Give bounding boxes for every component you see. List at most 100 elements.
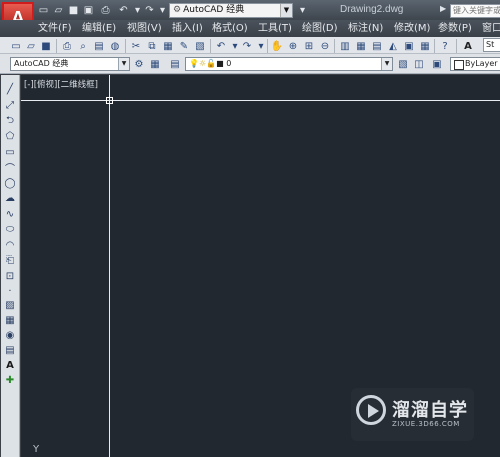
viewport-controls-label[interactable]: [-][俯视][二维线框] — [24, 78, 98, 90]
menu-dimension[interactable]: 标注(N) — [348, 22, 383, 35]
line-icon[interactable]: ╱ — [3, 82, 17, 96]
new-icon[interactable]: ▭ — [9, 39, 23, 53]
construction-line-icon[interactable]: ⤢ — [3, 98, 17, 112]
workspace-value: AutoCAD 经典 — [183, 5, 245, 15]
redo-icon[interactable]: ↷ — [143, 4, 156, 16]
undo-icon[interactable]: ↶ — [117, 4, 130, 16]
chevron-down-icon: ▼ — [280, 4, 292, 17]
point-icon[interactable]: · — [3, 284, 17, 298]
text-style-icon[interactable]: A — [461, 39, 475, 53]
layer-select[interactable]: 💡☼🔓■ 0 ▼ — [185, 57, 393, 71]
make-current-layer-icon[interactable]: ▧ — [396, 57, 410, 71]
color-control-select[interactable]: ByLayer — [450, 57, 500, 71]
ellipse-arc-icon[interactable]: ◠ — [3, 238, 17, 252]
multiline-text-icon[interactable]: A — [3, 358, 17, 372]
menu-edit[interactable]: 编辑(E) — [82, 22, 116, 35]
cut-icon[interactable]: ✂ — [129, 39, 143, 53]
menu-parametric[interactable]: 参数(P) — [438, 22, 472, 35]
calculator-icon[interactable]: ▦ — [418, 39, 432, 53]
chevron-down-icon: ▼ — [118, 58, 129, 70]
menu-modify[interactable]: 修改(M) — [394, 22, 430, 35]
cursor-pickbox — [106, 97, 113, 104]
zoom-realtime-icon[interactable]: ⊕ — [286, 39, 300, 53]
separator — [267, 39, 268, 53]
revision-cloud-icon[interactable]: ☁ — [3, 191, 17, 205]
layer-previous-icon[interactable]: ◫ — [412, 57, 426, 71]
make-block-icon[interactable]: ⊡ — [3, 269, 17, 283]
plot-preview-icon[interactable]: ⌕ — [76, 39, 90, 53]
spline-icon[interactable]: ∿ — [3, 207, 17, 221]
paste-icon[interactable]: ▦ — [161, 39, 175, 53]
redo-icon[interactable]: ↷ — [240, 39, 254, 53]
separator — [334, 39, 335, 53]
layer-state-icon[interactable]: ▣ — [430, 57, 444, 71]
bulb-icon: 💡 — [189, 59, 199, 68]
gradient-icon[interactable]: ▦ — [3, 313, 17, 327]
open-icon[interactable]: ▱ — [24, 39, 38, 53]
menu-format[interactable]: 格式(O) — [212, 22, 248, 35]
plot-icon[interactable]: ⎙ — [60, 39, 74, 53]
ellipse-icon[interactable]: ⬭ — [3, 222, 17, 236]
menu-insert[interactable]: 插入(I) — [172, 22, 203, 35]
pan-icon[interactable]: ✋ — [270, 39, 284, 53]
watermark-name: 溜溜自学 — [392, 400, 468, 421]
region-icon[interactable]: ◉ — [3, 328, 17, 342]
markup-icon[interactable]: ▣ — [402, 39, 416, 53]
separator — [434, 39, 435, 53]
separator — [210, 39, 211, 53]
hatch-icon[interactable]: ▨ — [3, 298, 17, 312]
workspace-save-icon[interactable]: ▦ — [148, 57, 162, 71]
customize-quick-access-icon[interactable]: ▾ — [296, 4, 309, 16]
workspace-style-select[interactable]: AutoCAD 经典 ▼ — [10, 57, 130, 71]
lock-icon: 🔓 — [206, 59, 217, 68]
watermark-play-logo-icon — [356, 395, 386, 425]
design-center-icon[interactable]: ▦ — [354, 39, 368, 53]
polygon-icon[interactable]: ⬠ — [3, 129, 17, 143]
polyline-icon[interactable]: ⮌ — [3, 114, 17, 128]
print-icon[interactable]: ⎙ — [99, 4, 112, 16]
block-editor-icon[interactable]: ▧ — [193, 39, 207, 53]
menu-file[interactable]: 文件(F) — [38, 22, 72, 35]
rectangle-icon[interactable]: ▭ — [3, 145, 17, 159]
crosshair-vertical — [109, 75, 110, 457]
document-title: Drawing2.dwg — [340, 4, 404, 15]
zoom-previous-icon[interactable]: ⊖ — [318, 39, 332, 53]
sheet-set-icon[interactable]: ◭ — [386, 39, 400, 53]
workspace-settings-icon[interactable]: ⚙ — [132, 57, 146, 71]
zoom-window-icon[interactable]: ⊞ — [302, 39, 316, 53]
copy-icon[interactable]: ⧉ — [145, 39, 159, 53]
redo-dropdown-icon[interactable]: ▾ — [254, 39, 268, 53]
open-file-icon[interactable]: ▱ — [52, 4, 65, 16]
add-selected-icon[interactable]: ✚ — [3, 373, 17, 387]
menu-draw[interactable]: 绘图(D) — [302, 22, 338, 35]
layer-properties-icon[interactable]: ▤ — [168, 57, 182, 71]
undo-icon[interactable]: ↶ — [214, 39, 228, 53]
search-input[interactable]: 键入关键字或短语 — [450, 4, 500, 18]
table-icon[interactable]: ▤ — [3, 343, 17, 357]
arc-icon[interactable]: ⌒ — [3, 160, 17, 175]
insert-block-icon[interactable]: ⎗ — [3, 253, 17, 267]
color-swatch-icon — [454, 60, 464, 70]
menu-window[interactable]: 窗口 — [482, 22, 500, 35]
menu-tools[interactable]: 工具(T) — [258, 22, 292, 35]
text-style-select[interactable]: St — [483, 38, 500, 52]
new-file-icon[interactable]: ▭ — [37, 4, 50, 16]
publish-icon[interactable]: ▤ — [92, 39, 106, 53]
save-icon[interactable]: ■ — [67, 4, 80, 16]
circle-icon[interactable]: ◯ — [3, 176, 17, 190]
save-as-icon[interactable]: ▣ — [82, 4, 95, 16]
match-properties-icon[interactable]: ✎ — [177, 39, 191, 53]
watermark-url: ZIXUE.3D66.COM — [392, 420, 460, 428]
crosshair-horizontal — [21, 100, 500, 101]
3d-dwf-icon[interactable]: ◍ — [108, 39, 122, 53]
help-icon[interactable]: ? — [438, 39, 452, 53]
save-icon[interactable]: ■ — [39, 39, 53, 53]
workspace-select[interactable]: ⚙ AutoCAD 经典 ▼ — [169, 3, 293, 18]
redo-dropdown-icon[interactable]: ▾ — [156, 4, 169, 16]
search-expand-icon[interactable]: ▶ — [440, 4, 446, 13]
color-swatch-icon: ■ — [216, 59, 224, 68]
menu-view[interactable]: 视图(V) — [127, 22, 162, 35]
properties-icon[interactable]: ▥ — [338, 39, 352, 53]
gear-icon: ⚙ — [173, 5, 182, 15]
tool-palettes-icon[interactable]: ▤ — [370, 39, 384, 53]
